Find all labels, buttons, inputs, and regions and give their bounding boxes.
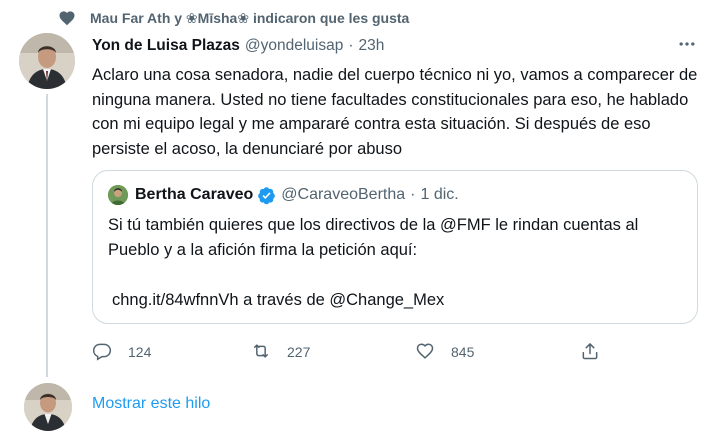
social-context-text[interactable]: Mau Far Ath y ❀Mīsha❀ indicaron que les … [90, 10, 409, 27]
retweet-icon [251, 341, 271, 364]
retweet-count: 227 [287, 344, 311, 360]
author-handle[interactable]: @yondeluisap [245, 37, 343, 55]
retweet-button[interactable]: 227 [251, 340, 310, 364]
tweet-time[interactable]: 23h [359, 37, 385, 55]
quoted-separator-dot: · [410, 186, 416, 203]
more-icon [677, 34, 697, 59]
like-icon [415, 341, 435, 364]
separator-dot: · [348, 37, 354, 54]
share-button[interactable] [580, 340, 600, 364]
heart-icon [58, 9, 76, 27]
reply-count: 124 [128, 344, 152, 360]
quoted-author-name: Bertha Caraveo [135, 186, 254, 203]
quoted-time: 1 dic. [420, 186, 459, 203]
social-context: Mau Far Ath y ❀Mīsha❀ indicaron que les … [58, 9, 409, 27]
show-thread-link[interactable]: Mostrar este hilo [92, 395, 210, 413]
author-name[interactable]: Yon de Luisa Plazas [92, 37, 240, 55]
verified-badge-icon [257, 186, 276, 205]
like-count: 845 [451, 344, 475, 360]
tweet-header: Yon de Luisa Plazas @yondeluisap · 23h [92, 35, 384, 57]
more-options-button[interactable] [676, 36, 698, 56]
share-icon [580, 341, 600, 364]
reply-icon [92, 341, 112, 364]
thread-line [46, 94, 48, 377]
avatar[interactable] [19, 33, 75, 89]
quoted-tweet-header: Bertha Caraveo @CaraveoBertha · 1 dic. [108, 184, 459, 206]
like-button[interactable]: 845 [415, 340, 474, 364]
thread-avatar[interactable] [24, 383, 72, 431]
quoted-link-line: chng.it/84wfnnVh a través de @Change_Mex [112, 291, 445, 309]
tweet-text: Aclaro una cosa senadora, nadie del cuer… [92, 66, 698, 158]
quoted-avatar [108, 185, 128, 205]
action-bar: 124 227 845 [0, 340, 717, 364]
reply-button[interactable]: 124 [92, 340, 151, 364]
quoted-tweet[interactable]: Bertha Caraveo @CaraveoBertha · 1 dic. S… [92, 170, 698, 324]
quoted-tweet-text: Si tú también quieres que los directivos… [108, 216, 639, 259]
quoted-author-handle: @CaraveoBertha [281, 186, 406, 203]
